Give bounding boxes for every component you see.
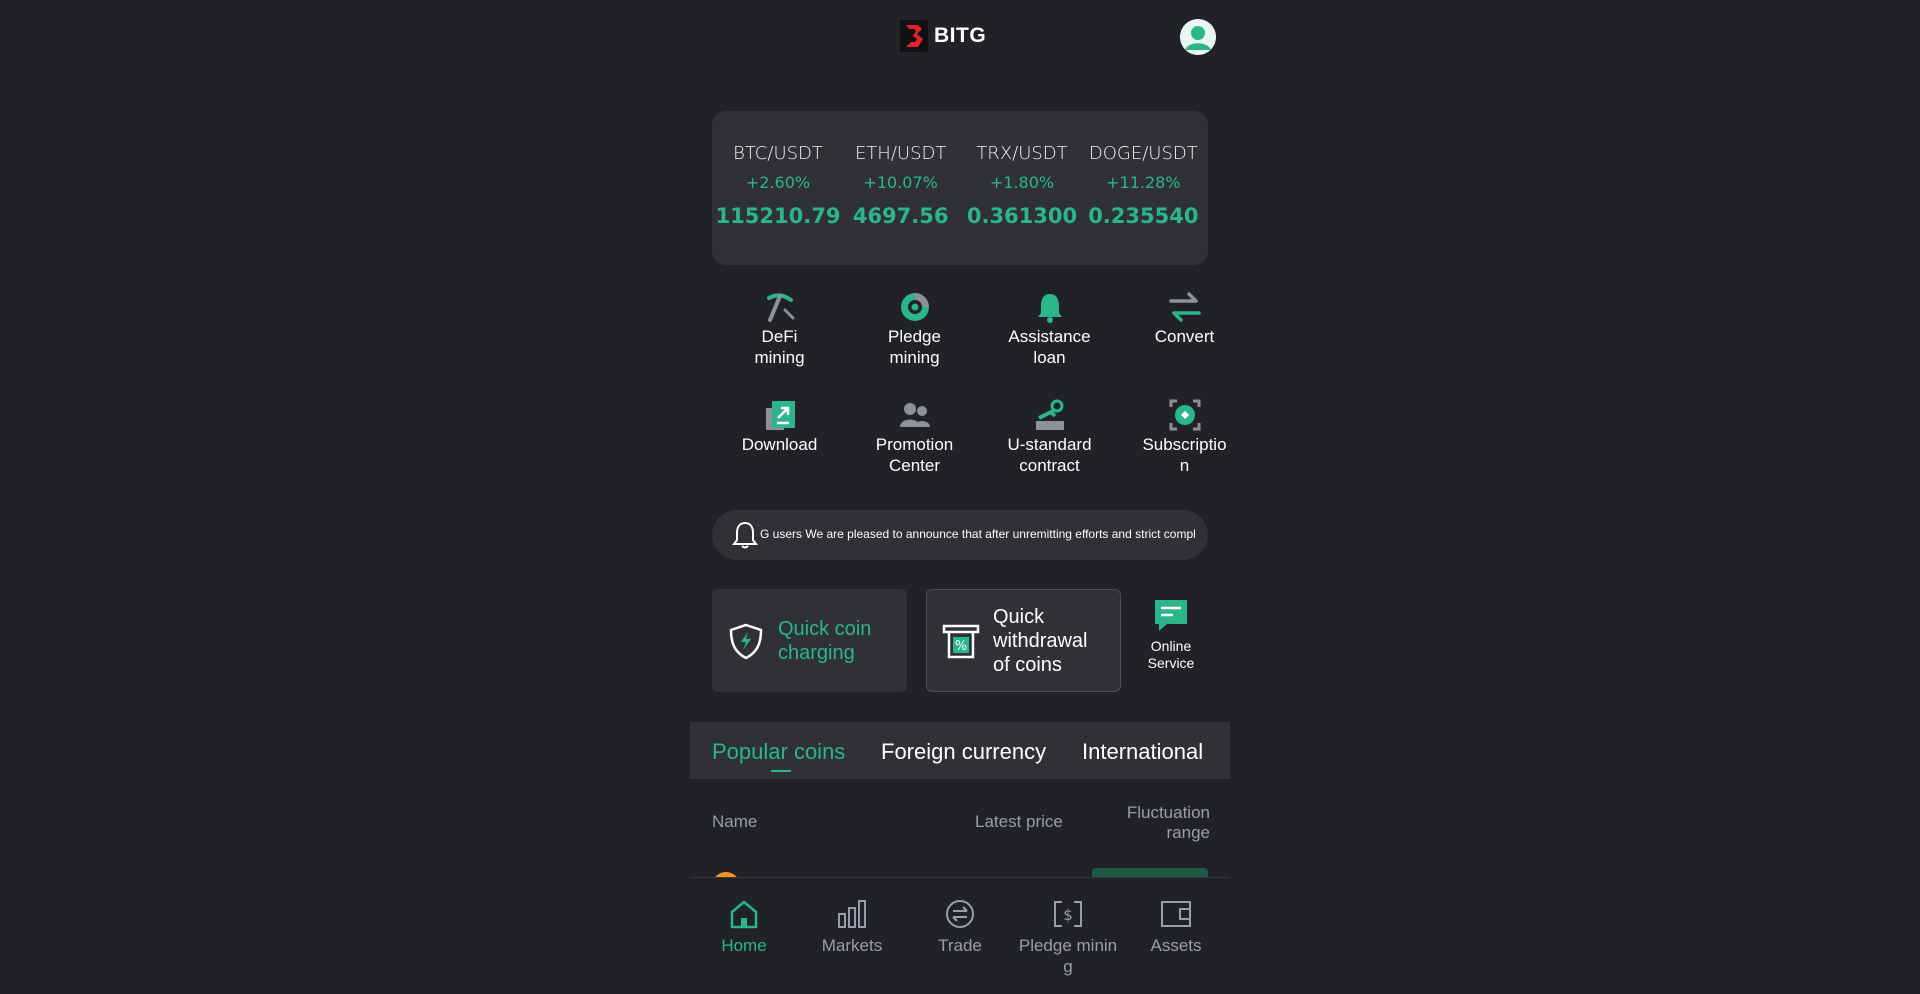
tab-active-indicator [771,770,791,772]
nav-trade[interactable]: Trade [906,898,1014,956]
quick-withdrawal-button[interactable]: % Quick withdrawal of coins [926,589,1121,692]
subscription-icon [1169,399,1200,431]
feature-label: Pledge mining [888,327,941,367]
ticker-change: +1.80% [989,173,1055,192]
header: BITG [690,0,1230,75]
svg-text:$: $ [1063,906,1073,924]
feature-label: DeFi mining [754,327,805,367]
home-icon [730,900,758,929]
ticker-price: 115210.79 [715,204,841,228]
shield-lightning-icon [729,623,763,659]
feature-label: U-standard contract [1007,435,1092,475]
tab-popular-coins[interactable]: Popular coins [712,739,845,765]
brand-logo[interactable]: BITG [900,20,986,52]
tab-international[interactable]: International [1082,739,1203,765]
download-icon [765,401,795,430]
ticker-pair: ETH/USDT [854,143,947,164]
online-service-button[interactable]: Online Service [1130,598,1212,672]
nav-label: Trade [938,936,982,955]
column-range-header: Fluctuation range [1126,803,1210,842]
ticker-pair: TRX/USDT [976,143,1068,164]
feature-label: Convert [1154,327,1215,346]
feature-subscription[interactable]: Subscription [1117,398,1252,476]
nav-label: Assets [1150,936,1202,955]
feature-convert[interactable]: Convert [1117,290,1252,347]
feature-label: Assistance loan [1008,327,1091,367]
tab-foreign-currency[interactable]: Foreign currency [881,739,1046,765]
ticker-price: 0.361300 [966,204,1078,228]
column-name-header: Name [712,812,758,831]
pledge-icon [900,293,929,321]
convert-arrows-icon [1168,292,1201,322]
nav-assets[interactable]: Assets [1122,898,1230,956]
svg-text:%: % [955,639,967,654]
nav-home[interactable]: Home [690,898,798,956]
bell-icon [1037,294,1062,323]
pledge-dollar-icon: $ [1054,901,1082,927]
nav-label: Pledge mining [1018,936,1118,976]
brand-logo-icon [900,20,928,52]
user-avatar-icon[interactable] [1180,19,1216,55]
users-icon [899,403,930,427]
ticker-pair: BTC/USDT [733,143,823,164]
markets-bars-icon [838,900,866,928]
ticker-trx[interactable]: TRX/USDT +1.80% 0.361300 [961,111,1082,265]
feature-download[interactable]: Download [712,398,847,455]
feature-label: Subscription [1142,435,1227,475]
bell-outline-icon [732,521,758,549]
nav-markets[interactable]: Markets [798,898,906,956]
feature-pledge-mining[interactable]: Pledge mining [847,290,982,368]
brand-name: BITG [934,24,987,47]
ticker-change: +2.60% [745,173,811,192]
ticker-btc[interactable]: BTC/USDT +2.60% 115210.79 [715,111,841,265]
feature-assistance-loan[interactable]: Assistance loan [982,290,1117,368]
pickaxe-icon [766,293,794,322]
wallet-icon [1161,901,1191,927]
feature-defi-mining[interactable]: DeFi mining [712,290,847,368]
nav-pledge-mining[interactable]: $ Pledge mining [1014,898,1122,977]
nav-label: Markets [821,936,883,955]
ticker-change: +11.28% [1106,173,1181,192]
feature-label: Download [741,435,818,454]
quick-withdraw-label: Quick withdrawal of coins [993,605,1088,676]
announcement-text: G users We are pleased to announce that … [760,527,1196,541]
market-tabs: Popular coins Foreign currency Internati… [690,722,1230,779]
contract-icon [1035,399,1064,430]
ticker-price: 0.235540 [1088,204,1199,228]
app-container: BITG BTC/USDT +2.60% 115210.79 ETH/USDT … [690,0,1230,994]
quick-coin-charging-button[interactable]: Quick coin charging [712,589,907,692]
bottom-navigation: Home Markets Trade $ Pledge mining Asset… [690,877,1230,994]
trade-icon [946,900,974,928]
quick-charge-label: Quick coin charging [778,617,872,664]
ticker-doge[interactable]: DOGE/USDT +11.28% 0.235540 [1083,111,1204,265]
ticker-card: BTC/USDT +2.60% 115210.79 ETH/USDT +10.0… [712,111,1208,265]
announcement-bar[interactable]: G users We are pleased to announce that … [712,510,1208,560]
ticker-eth[interactable]: ETH/USDT +10.07% 4697.56 [840,111,961,265]
online-service-label: Online Service [1147,638,1195,671]
ticker-pair: DOGE/USDT [1088,143,1198,164]
column-price-header: Latest price [975,812,1063,831]
chat-service-icon [1155,600,1187,631]
nav-label: Home [721,936,767,955]
feature-u-standard-contract[interactable]: U-standard contract [982,398,1117,476]
feature-label: Promotion Center [875,435,954,475]
feature-promotion-center[interactable]: Promotion Center [847,398,982,476]
withdraw-percent-icon: % [942,624,980,658]
ticker-price: 4697.56 [852,204,949,228]
ticker-change: +10.07% [863,173,938,192]
